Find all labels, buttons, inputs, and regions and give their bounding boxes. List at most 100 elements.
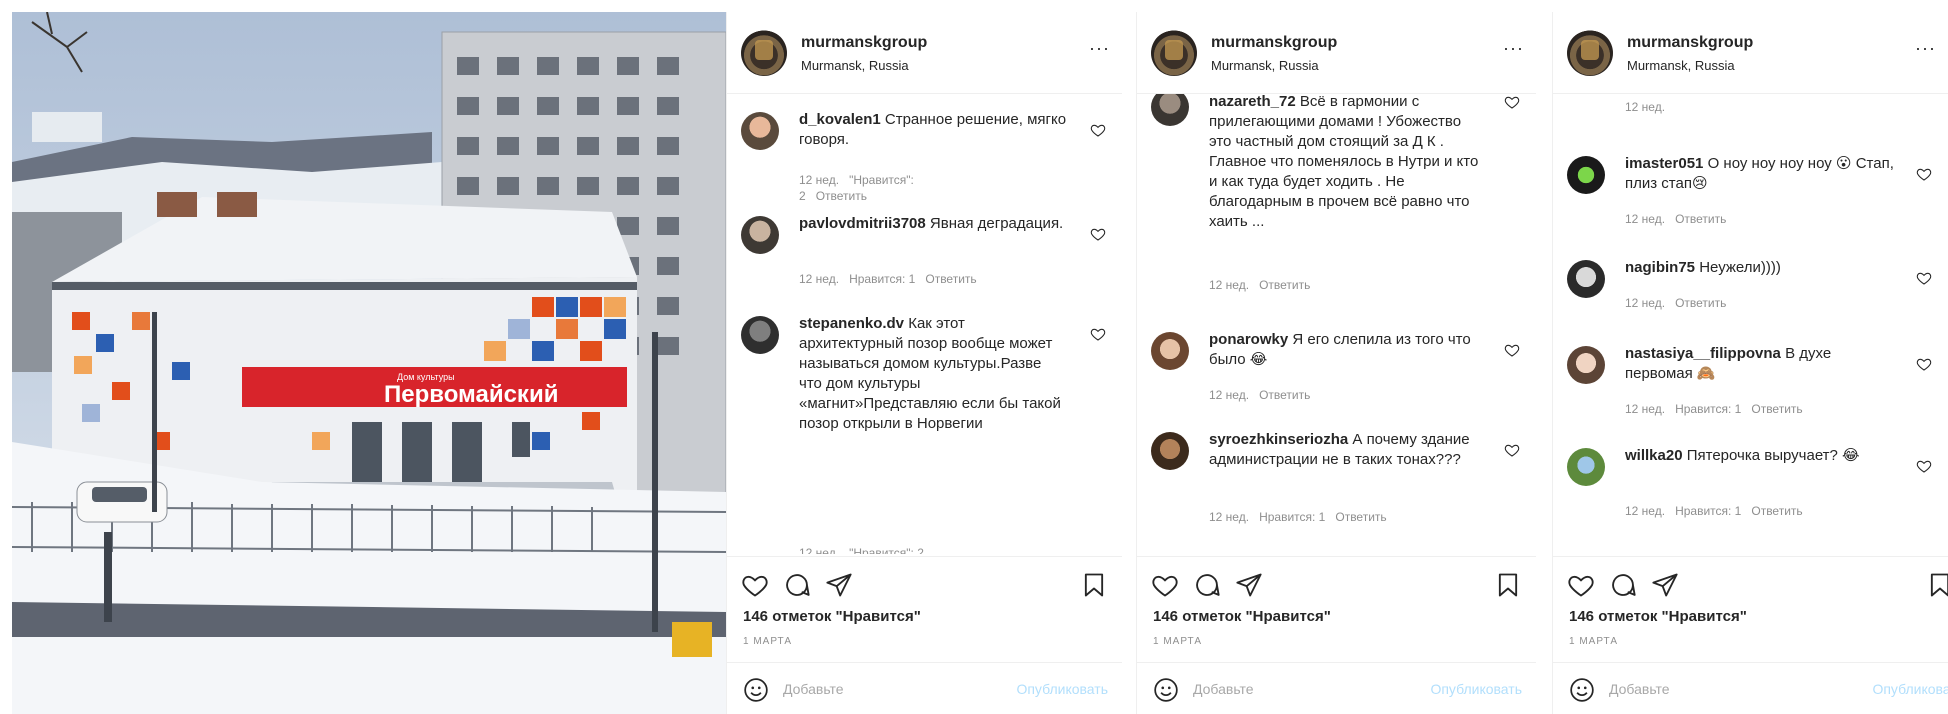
likes-count[interactable]: 146 отметок "Нравится" — [743, 608, 921, 625]
comment-body: imaster051 О ноу ноу ноу ноу 😮 Стап, пли… — [1625, 154, 1894, 194]
comment-username[interactable]: syroezhkinseriozha — [1209, 431, 1348, 448]
comment-bubble-icon[interactable] — [1609, 571, 1637, 599]
comment-likes[interactable]: Нравится: 1 — [1675, 402, 1741, 416]
likes-count[interactable]: 146 отметок "Нравится" — [1569, 608, 1747, 625]
comment-username[interactable]: stepanenko.dv — [799, 315, 904, 332]
reply-link[interactable]: Ответить — [925, 272, 976, 286]
save-bookmark-icon[interactable] — [1080, 571, 1108, 599]
add-comment-bar: Опубликовать — [1137, 662, 1536, 714]
comment-username[interactable]: nagibin75 — [1625, 259, 1695, 276]
comment-username[interactable]: imaster051 — [1625, 155, 1703, 172]
like-heart-icon[interactable] — [1567, 571, 1595, 599]
username[interactable]: murmanskgroup — [1211, 34, 1337, 52]
username[interactable]: murmanskgroup — [1627, 34, 1753, 52]
add-comment-input[interactable] — [1609, 677, 1809, 701]
like-comment-heart-icon[interactable] — [1504, 442, 1520, 458]
comment-bubble-icon[interactable] — [783, 571, 811, 599]
comment-username[interactable]: pavlovdmitrii3708 — [799, 215, 926, 232]
add-comment-input[interactable] — [1193, 677, 1393, 701]
add-comment-input[interactable] — [783, 677, 983, 701]
comment-username[interactable]: willka20 — [1625, 447, 1683, 464]
commenter-avatar[interactable] — [1151, 332, 1189, 370]
emoji-smile-icon[interactable] — [743, 677, 769, 703]
commenter-avatar[interactable] — [1151, 432, 1189, 470]
comment-partial: 12 нед. — [1567, 100, 1934, 120]
comment-time: 12 нед. — [1625, 504, 1666, 518]
comment-meta: 12 нед. Нравится: 1 Ответить — [799, 272, 987, 286]
like-comment-heart-icon[interactable] — [1090, 226, 1106, 242]
reply-link[interactable]: Ответить — [1751, 402, 1802, 416]
comment-likes[interactable]: Нравится: 1 — [1259, 510, 1325, 524]
like-comment-heart-icon[interactable] — [1504, 94, 1520, 110]
reply-link[interactable]: Ответить — [1335, 510, 1386, 524]
comment-username[interactable]: ponarowky — [1209, 331, 1288, 348]
like-comment-heart-icon[interactable] — [1916, 458, 1932, 474]
comment-username[interactable]: nazareth_72 — [1209, 94, 1296, 110]
commenter-avatar[interactable] — [1151, 94, 1189, 126]
comment-bubble-icon[interactable] — [1193, 571, 1221, 599]
likes-count[interactable]: 146 отметок "Нравится" — [1153, 608, 1331, 625]
comment-username[interactable]: nastasiya__filippovna — [1625, 345, 1781, 362]
emoji-smile-icon[interactable] — [1153, 677, 1179, 703]
comment-meta: 12 нед. Нравится: 1 Ответить — [1625, 504, 1813, 518]
reply-link[interactable]: Ответить — [1259, 278, 1310, 292]
comment-list[interactable]: d_kovalen1 Странное решение, мягко говор… — [727, 94, 1122, 554]
commenter-avatar[interactable] — [741, 316, 779, 354]
like-comment-heart-icon[interactable] — [1504, 342, 1520, 358]
post-actions — [727, 556, 1122, 602]
commenter-avatar[interactable] — [741, 112, 779, 150]
profile-avatar[interactable] — [1567, 30, 1613, 76]
comments-panel-3: murmanskgroup Murmansk, Russia ··· 12 не… — [1552, 12, 1948, 714]
location[interactable]: Murmansk, Russia — [801, 58, 909, 73]
comment-meta: 12 нед. Нравится: 1 Ответить — [1625, 402, 1813, 416]
more-options-icon[interactable]: ··· — [1089, 38, 1110, 59]
comment-time: 12 нед. — [799, 173, 840, 187]
comment-body: syroezhkinseriozha А почему здание админ… — [1209, 430, 1482, 470]
like-comment-heart-icon[interactable] — [1090, 326, 1106, 342]
commenter-avatar[interactable] — [1567, 448, 1605, 486]
location[interactable]: Murmansk, Russia — [1211, 58, 1319, 73]
commenter-avatar[interactable] — [1567, 346, 1605, 384]
share-paper-plane-icon[interactable] — [825, 571, 853, 599]
reply-link[interactable]: Ответить — [816, 189, 867, 203]
save-bookmark-icon[interactable] — [1494, 571, 1522, 599]
share-paper-plane-icon[interactable] — [1235, 571, 1263, 599]
publish-button[interactable]: Опубликовать — [1872, 681, 1948, 697]
comment-likes[interactable]: Нравится: 1 — [1675, 504, 1741, 518]
comment: nastasiya__filippovna В духе первомая 🙈 … — [1567, 344, 1934, 424]
reply-link[interactable]: Ответить — [1259, 388, 1310, 402]
like-heart-icon[interactable] — [1151, 571, 1179, 599]
save-bookmark-icon[interactable] — [1926, 571, 1948, 599]
profile-avatar[interactable] — [1151, 30, 1197, 76]
comment-username[interactable]: d_kovalen1 — [799, 111, 881, 128]
commenter-avatar[interactable] — [1567, 260, 1605, 298]
comment-list[interactable]: 12 нед. imaster051 О ноу ноу ноу ноу 😮 С… — [1553, 94, 1948, 554]
comment-list[interactable]: nazareth_72 Всё в гармонии с прилегающим… — [1137, 94, 1536, 554]
comment-likes[interactable]: "Нравится": 2 — [849, 546, 924, 554]
reply-link[interactable]: Ответить — [1675, 296, 1726, 310]
building-photo: Дом культуры Первомайский — [12, 12, 726, 714]
like-comment-heart-icon[interactable] — [1916, 356, 1932, 372]
publish-button[interactable]: Опубликовать — [1016, 681, 1108, 697]
add-comment-bar: Опубликовать — [727, 662, 1122, 714]
post-photo[interactable]: Дом культуры Первомайский — [12, 12, 726, 714]
like-comment-heart-icon[interactable] — [1916, 270, 1932, 286]
commenter-avatar[interactable] — [1567, 156, 1605, 194]
like-heart-icon[interactable] — [741, 571, 769, 599]
commenter-avatar[interactable] — [741, 216, 779, 254]
comment-likes[interactable]: Нравится: 1 — [849, 272, 915, 286]
profile-avatar[interactable] — [741, 30, 787, 76]
reply-link[interactable]: Ответить — [1751, 504, 1802, 518]
comment: syroezhkinseriozha А почему здание админ… — [1151, 430, 1522, 540]
more-options-icon[interactable]: ··· — [1503, 38, 1524, 59]
location[interactable]: Murmansk, Russia — [1627, 58, 1735, 73]
username[interactable]: murmanskgroup — [801, 34, 927, 52]
publish-button[interactable]: Опубликовать — [1430, 681, 1522, 697]
emoji-smile-icon[interactable] — [1569, 677, 1595, 703]
like-comment-heart-icon[interactable] — [1916, 166, 1932, 182]
more-options-icon[interactable]: ··· — [1915, 38, 1936, 59]
like-comment-heart-icon[interactable] — [1090, 122, 1106, 138]
reply-link[interactable]: Ответить — [1675, 212, 1726, 226]
share-paper-plane-icon[interactable] — [1651, 571, 1679, 599]
comment: imaster051 О ноу ноу ноу ноу 😮 Стап, пли… — [1567, 154, 1934, 234]
